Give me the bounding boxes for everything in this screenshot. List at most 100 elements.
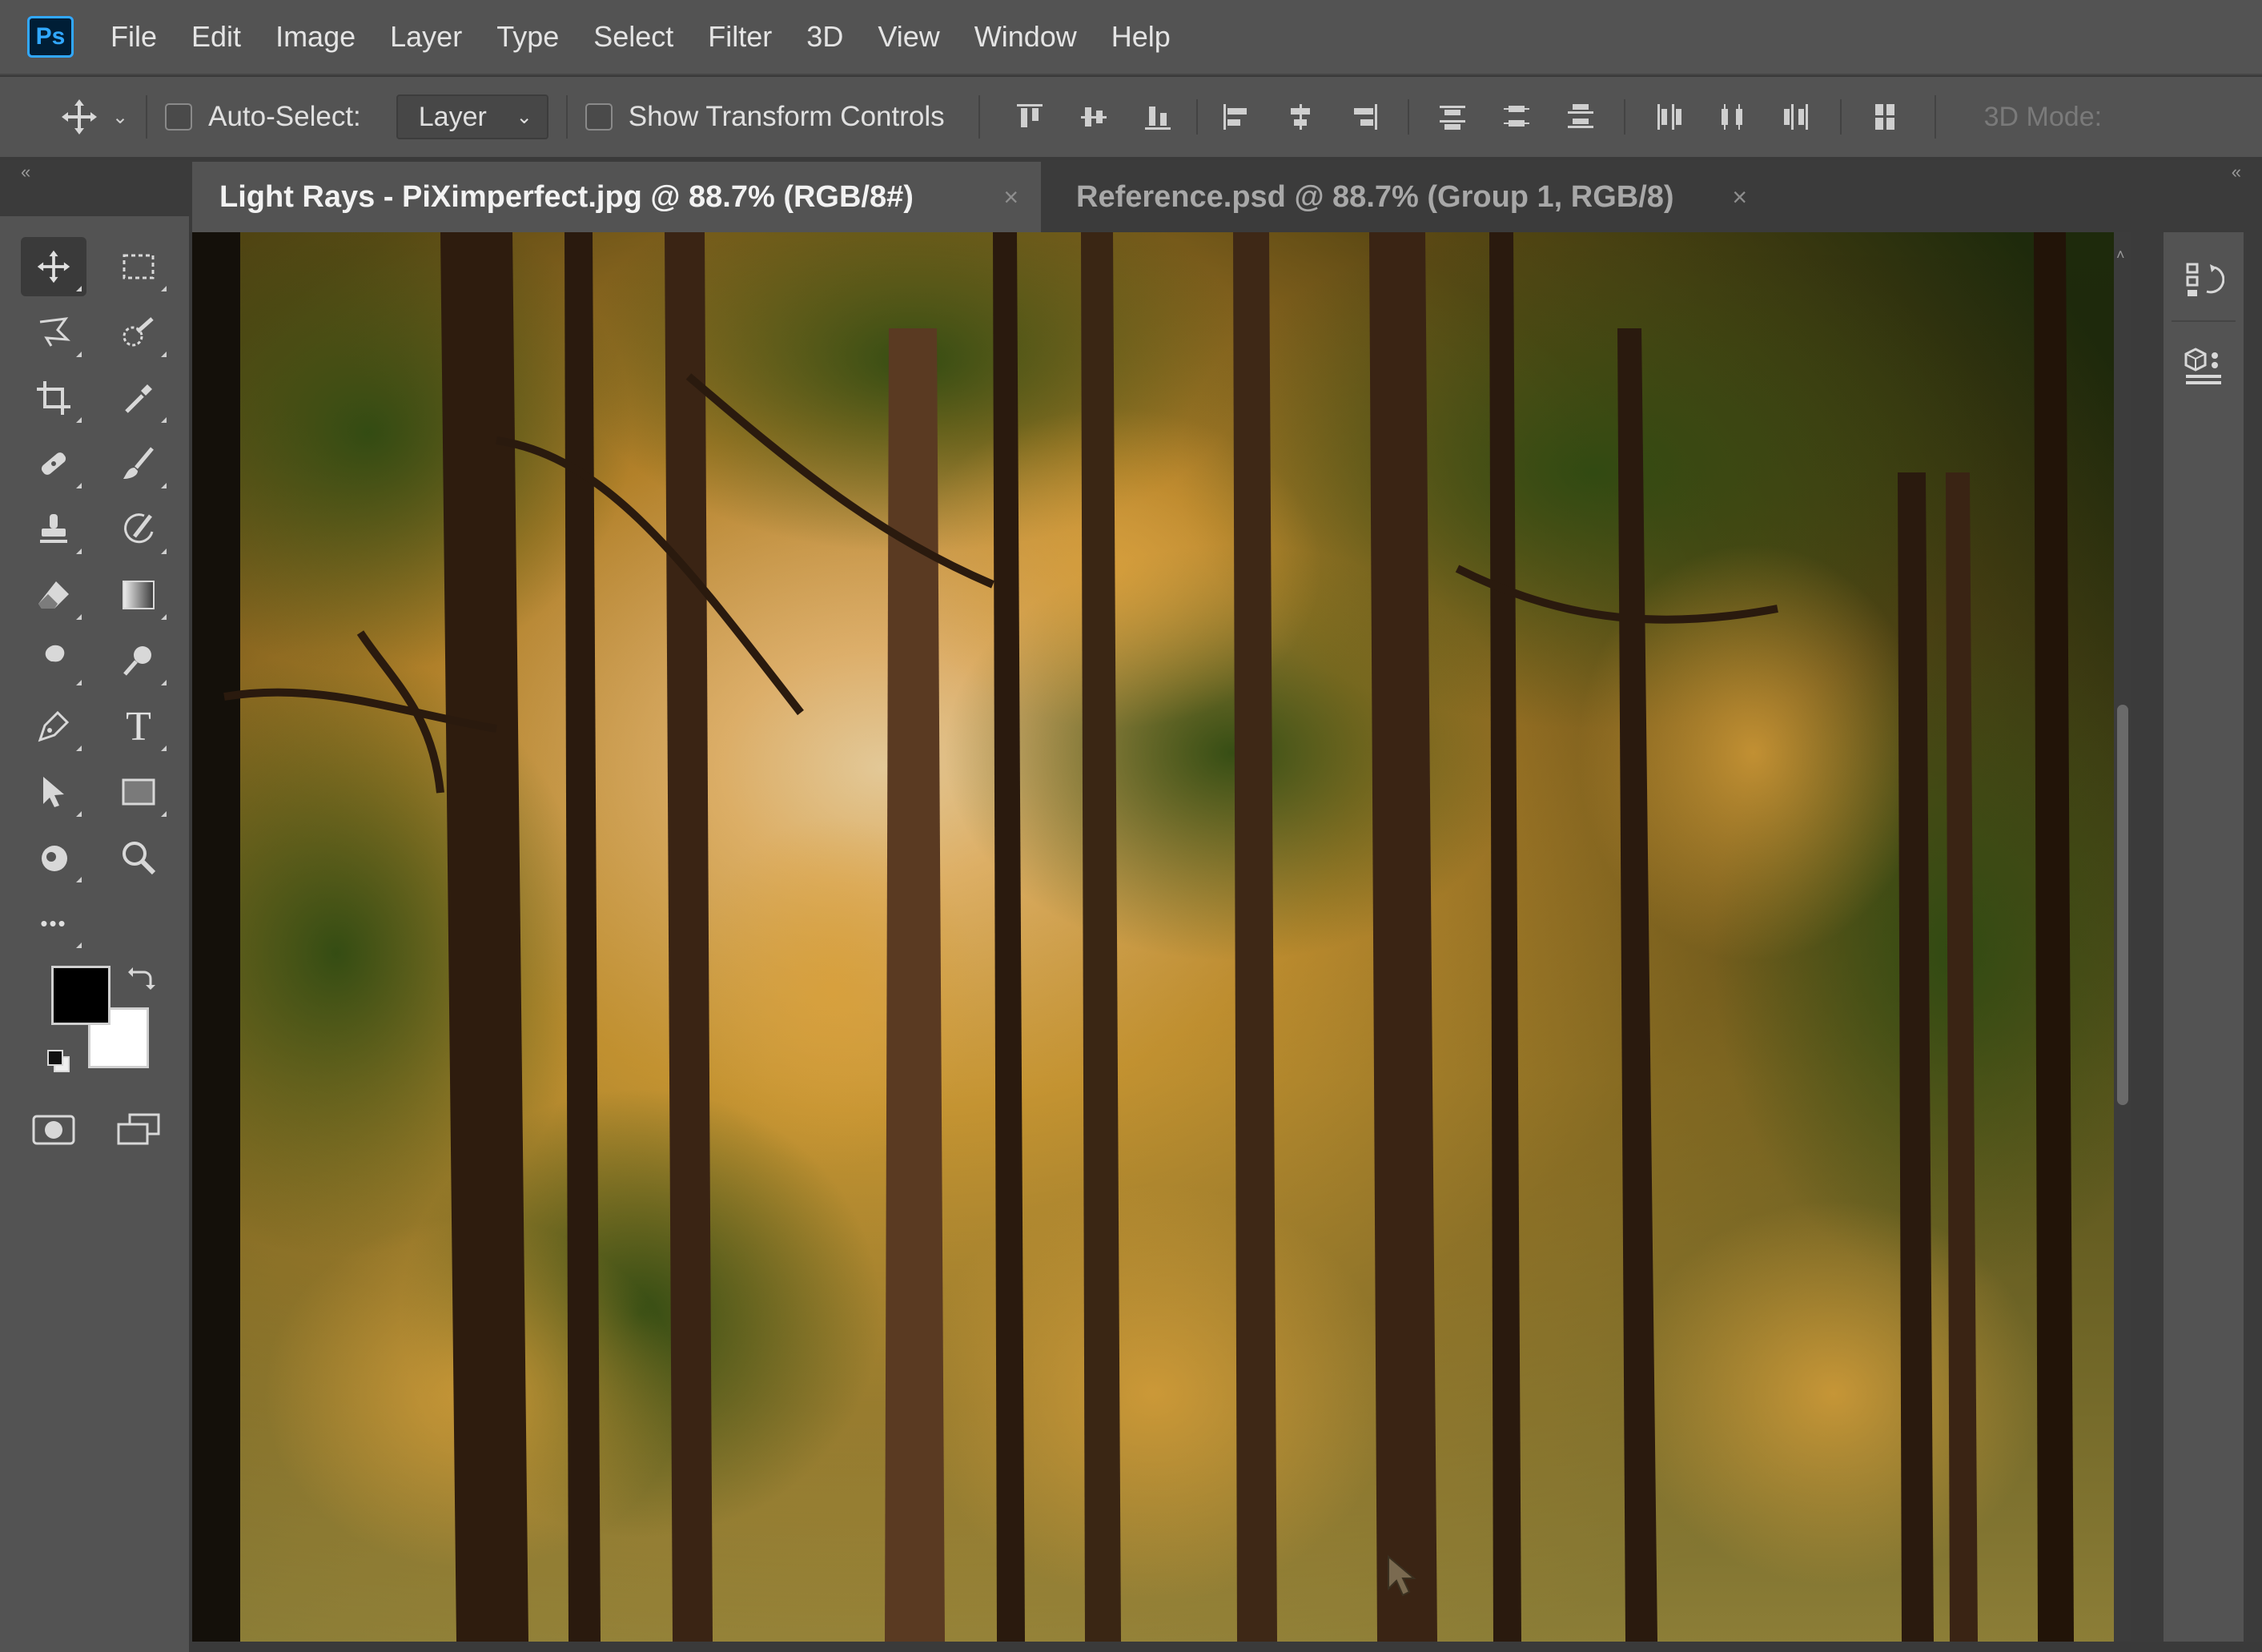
flyout-indicator — [76, 811, 82, 817]
flyout-indicator — [76, 746, 82, 751]
distribute-bottom-edges-icon[interactable] — [1564, 99, 1597, 135]
divider — [2172, 320, 2236, 322]
zoom-tool[interactable] — [106, 828, 171, 887]
vertical-scrollbar[interactable]: ˄ — [2114, 232, 2131, 1642]
flyout-indicator — [76, 877, 82, 882]
quick-selection-tool[interactable] — [106, 303, 171, 362]
auto-select-checkbox[interactable] — [165, 103, 193, 131]
flyout-indicator — [161, 352, 167, 357]
rotate-view-tool[interactable] — [21, 828, 86, 887]
align-right-edges-icon[interactable] — [1348, 99, 1381, 135]
eyedropper-tool[interactable] — [106, 368, 171, 428]
edit-toolbar[interactable]: ••• — [21, 894, 86, 953]
menu-image[interactable]: Image — [275, 20, 356, 54]
photoshop-logo[interactable]: Ps — [27, 16, 74, 58]
scrollbar-thumb[interactable] — [2117, 705, 2128, 1105]
menu-select[interactable]: Select — [593, 20, 673, 54]
flyout-indicator — [161, 549, 167, 554]
close-icon[interactable]: × — [1732, 183, 1747, 212]
tool-preset-picker[interactable]: ⌄ — [59, 97, 128, 137]
close-icon[interactable]: × — [1003, 183, 1019, 212]
history-brush-tool[interactable] — [106, 500, 171, 559]
tab-light-rays[interactable]: Light Rays - PiXimperfect.jpg @ 88.7% (R… — [192, 162, 1041, 232]
3d-mode-label: 3D Mode: — [1983, 101, 2103, 132]
menu-edit[interactable]: Edit — [191, 20, 241, 54]
path-selection-tool[interactable] — [21, 762, 86, 822]
menu-file[interactable]: File — [110, 20, 157, 54]
align-vertical-centers-icon[interactable] — [1077, 99, 1111, 135]
distribute-vertical-centers-icon[interactable] — [1500, 99, 1533, 135]
menu-3d[interactable]: 3D — [806, 20, 843, 54]
align-horizontal-centers-icon[interactable] — [1284, 99, 1317, 135]
menu-type[interactable]: Type — [496, 20, 559, 54]
mouse-pointer-icon — [1388, 1554, 1416, 1597]
align-top-edges-icon[interactable] — [1013, 99, 1047, 135]
menu-help[interactable]: Help — [1111, 20, 1171, 54]
align-bottom-edges-icon[interactable] — [1141, 99, 1175, 135]
rectangular-marquee-tool[interactable] — [106, 237, 171, 296]
auto-select-target-value: Layer — [418, 101, 487, 132]
document-canvas[interactable] — [192, 232, 2114, 1642]
eraser-tool[interactable] — [21, 565, 86, 625]
toolbar-grip[interactable] — [0, 216, 189, 232]
default-colors-icon[interactable] — [45, 1047, 74, 1080]
move-tool[interactable] — [21, 237, 86, 296]
foreground-color-swatch[interactable] — [51, 966, 110, 1025]
scroll-up-icon[interactable]: ˄ — [2116, 247, 2125, 263]
flyout-indicator — [161, 746, 167, 751]
dodge-tool[interactable] — [106, 631, 171, 690]
divider — [978, 95, 980, 139]
tab-title: Light Rays - PiXimperfect.jpg @ 88.7% (R… — [219, 179, 914, 214]
menu-filter[interactable]: Filter — [708, 20, 772, 54]
show-transform-controls-label: Show Transform Controls — [628, 101, 945, 132]
collapsed-panels-column — [2164, 232, 2244, 1642]
flyout-indicator — [161, 417, 167, 423]
type-icon: T — [126, 703, 151, 750]
libraries-panel-icon — [2184, 348, 2221, 384]
distribute-left-edges-icon[interactable] — [1652, 99, 1685, 135]
auto-select-target-dropdown[interactable]: Layer ⌄ — [396, 94, 548, 139]
swap-colors-icon[interactable] — [127, 964, 155, 997]
lasso-icon — [39, 317, 70, 347]
gradient-tool[interactable] — [106, 565, 171, 625]
show-transform-controls-checkbox[interactable] — [585, 103, 613, 131]
clone-stamp-tool[interactable] — [21, 500, 86, 559]
libraries-panel-button[interactable] — [2172, 335, 2236, 399]
spot-healing-brush-tool[interactable] — [21, 434, 86, 493]
hand-icon — [42, 841, 67, 871]
pen-tool[interactable] — [21, 697, 86, 756]
history-panel-button[interactable] — [2172, 248, 2236, 312]
dodge-icon — [123, 646, 151, 676]
menu-layer[interactable]: Layer — [390, 20, 462, 54]
distribute-right-edges-icon[interactable] — [1780, 99, 1814, 135]
right-panel-dock — [2131, 232, 2262, 1642]
polygonal-lasso-tool[interactable] — [21, 303, 86, 362]
brush-tool[interactable] — [106, 434, 171, 493]
flyout-indicator — [76, 943, 82, 948]
quick-mask-mode[interactable] — [21, 1100, 86, 1160]
divider — [1839, 99, 1842, 135]
move-icon — [62, 99, 97, 135]
menu-window[interactable]: Window — [974, 20, 1077, 54]
collapse-right-icon[interactable]: « — [2232, 162, 2241, 183]
auto-select-label: Auto-Select: — [208, 101, 361, 132]
rectangle-tool[interactable] — [106, 762, 171, 822]
tab-reference[interactable]: Reference.psd @ 88.7% (Group 1, RGB/8) × — [1049, 162, 1770, 232]
chevron-down-icon: ⌄ — [516, 106, 532, 128]
options-bar: ⌄ Auto-Select: Layer ⌄ Show Transform Co… — [0, 77, 2262, 157]
change-screen-mode[interactable] — [106, 1100, 171, 1160]
smudge-tool[interactable] — [21, 631, 86, 690]
type-tool[interactable]: T — [106, 697, 171, 756]
distribute-horizontal-centers-icon[interactable] — [1716, 99, 1750, 135]
distribute-top-edges-icon[interactable] — [1436, 99, 1469, 135]
flyout-indicator — [76, 286, 82, 291]
align-left-edges-icon[interactable] — [1219, 99, 1253, 135]
flyout-indicator — [76, 352, 82, 357]
collapse-left-icon[interactable]: « — [21, 162, 30, 183]
distribute-spacing-icon[interactable] — [1868, 99, 1902, 135]
menu-view[interactable]: View — [878, 20, 939, 54]
crop-tool[interactable] — [21, 368, 86, 428]
bandage-icon — [41, 452, 66, 475]
tools-panel: T ••• — [0, 216, 189, 1652]
divider — [565, 95, 568, 139]
